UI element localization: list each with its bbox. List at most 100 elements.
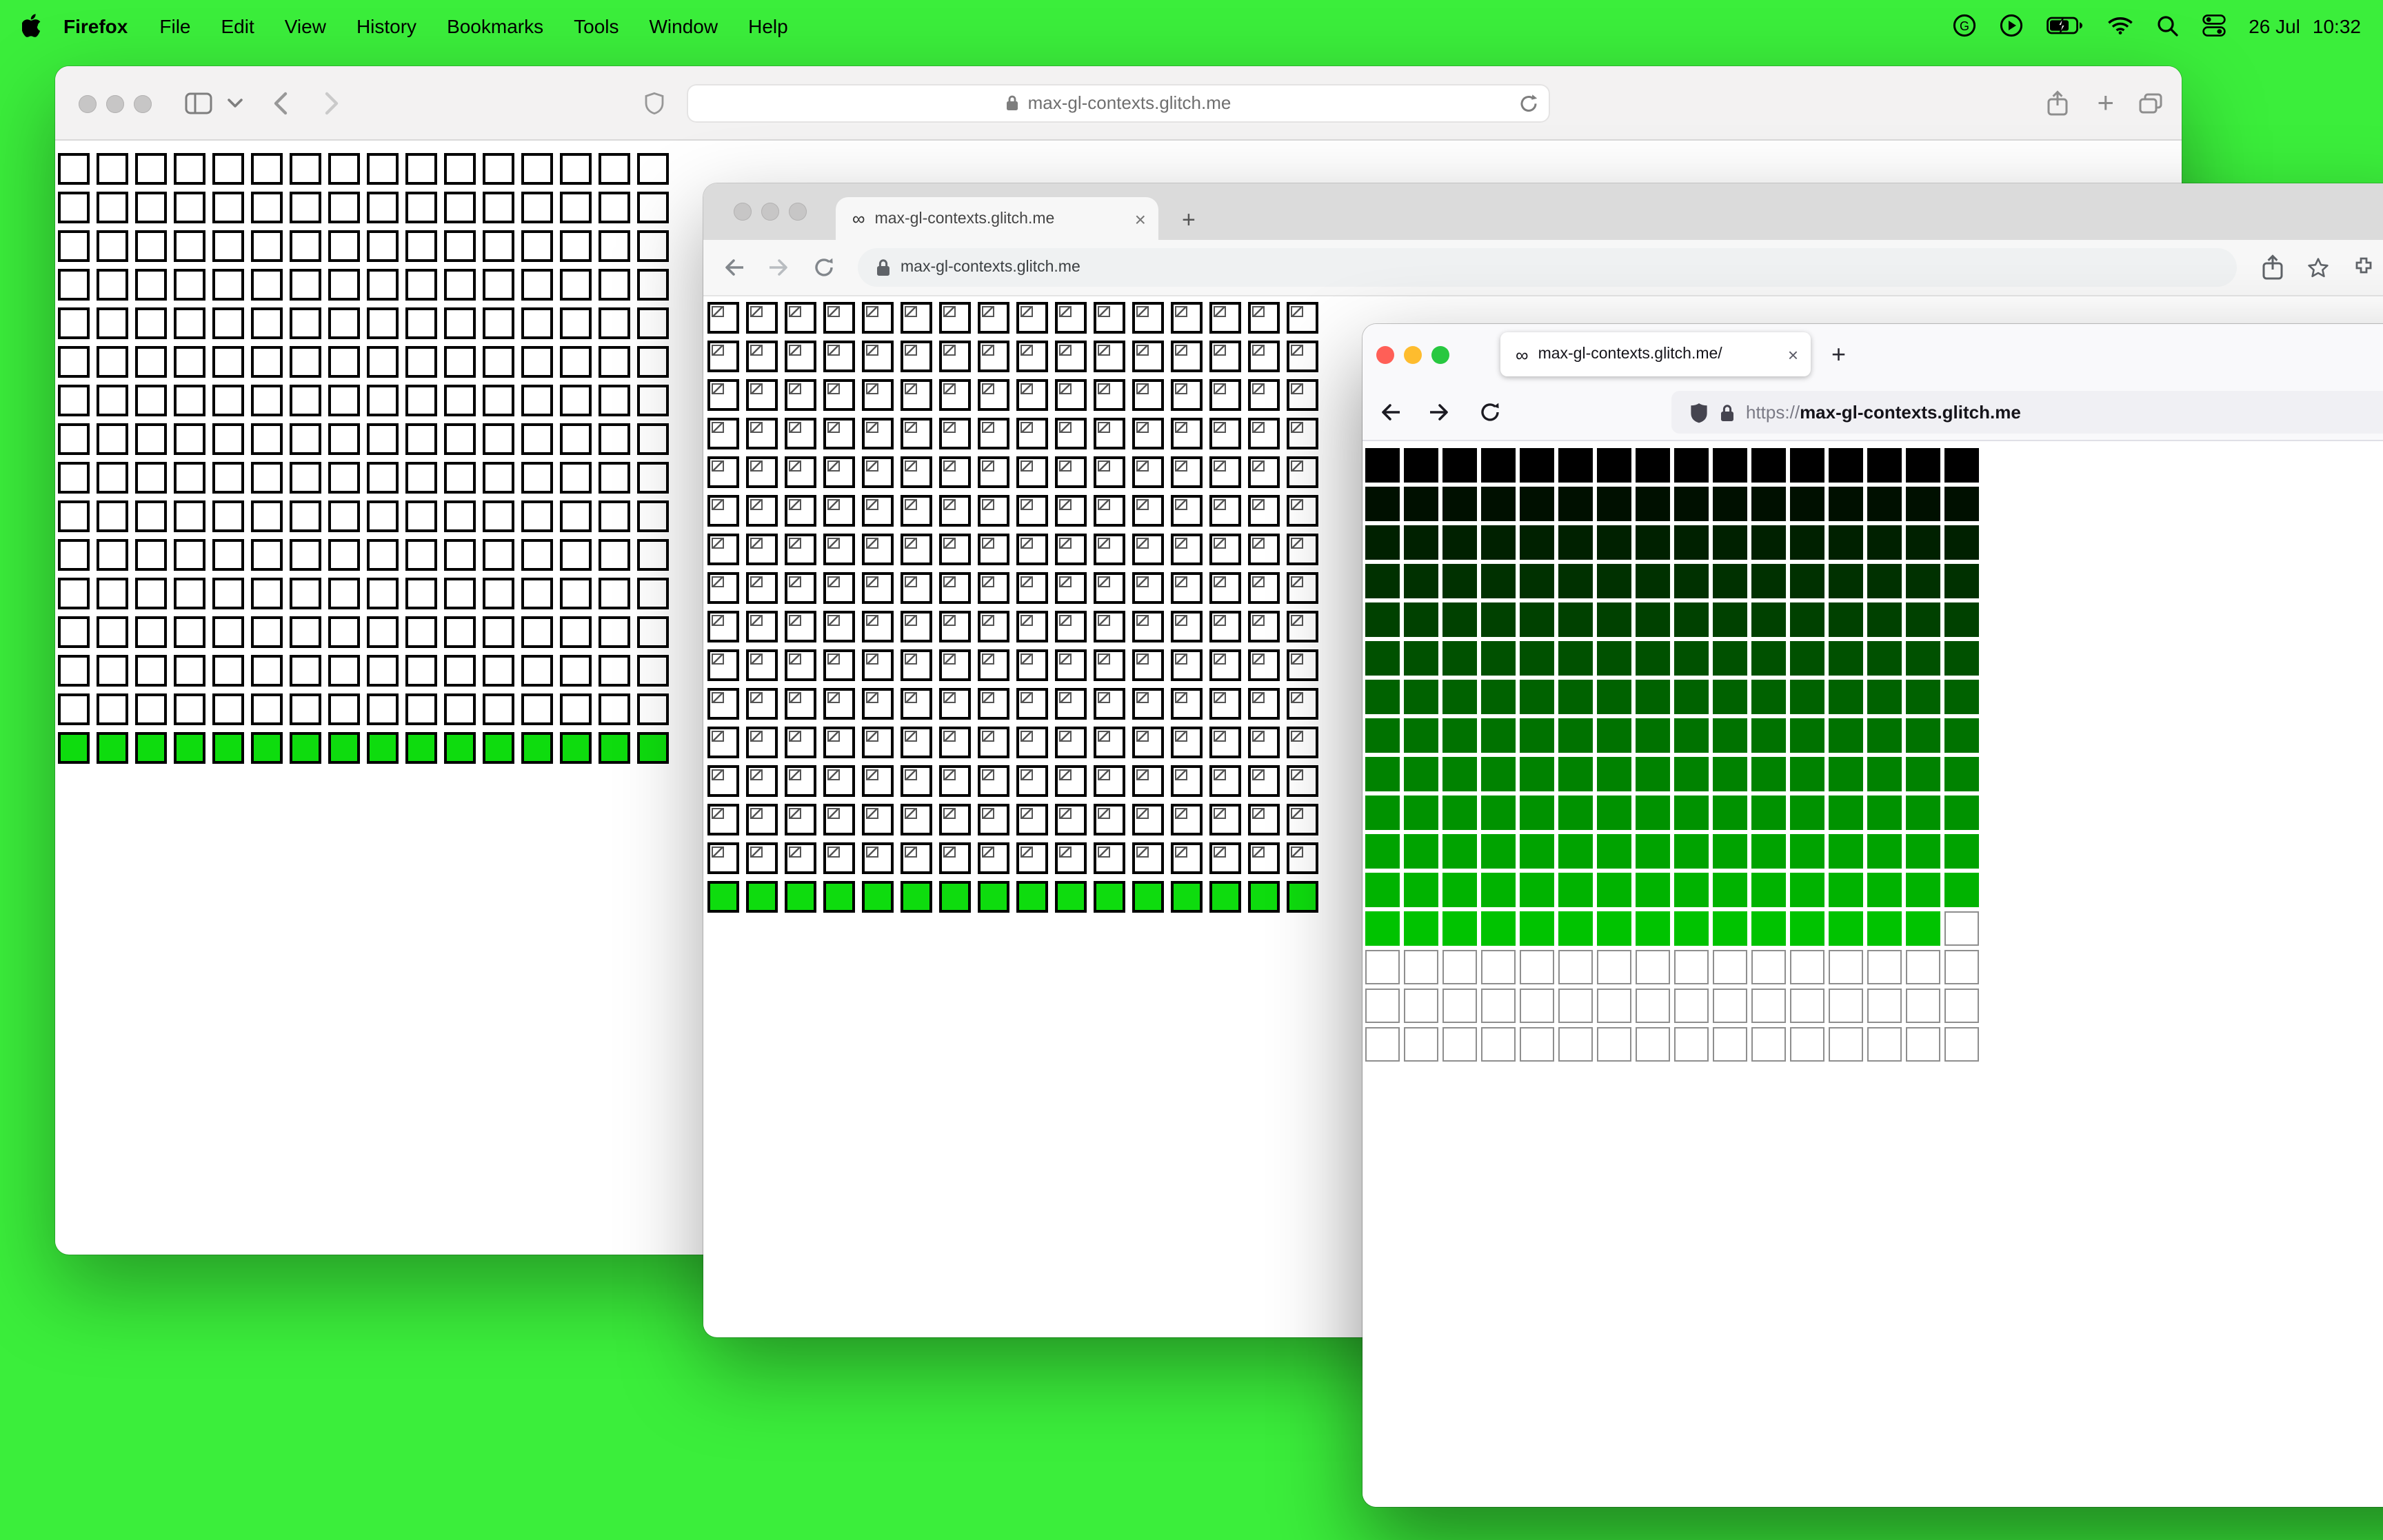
canvas-cell bbox=[367, 500, 399, 532]
canvas-cell bbox=[328, 385, 360, 416]
sidebar-icon[interactable] bbox=[185, 92, 212, 114]
empty-canvas-cell bbox=[1674, 989, 1709, 1023]
minimize-button[interactable] bbox=[761, 203, 778, 221]
tab-close-icon[interactable]: × bbox=[1135, 207, 1146, 230]
new-tab-button[interactable]: + bbox=[2097, 88, 2114, 117]
canvas-cell bbox=[174, 539, 205, 571]
tab-overview-icon[interactable] bbox=[2139, 92, 2162, 113]
broken-image-icon bbox=[1291, 306, 1303, 317]
broken-image-icon bbox=[1020, 808, 1033, 819]
green-canvas-cell bbox=[251, 732, 283, 764]
canvas-cell bbox=[1751, 602, 1786, 637]
back-icon[interactable] bbox=[723, 257, 746, 278]
broken-image-icon bbox=[1136, 615, 1149, 626]
broken-image-icon bbox=[827, 345, 840, 356]
canvas-cell bbox=[785, 456, 816, 488]
green-canvas-cell bbox=[1171, 881, 1203, 913]
menu-history[interactable]: History bbox=[341, 14, 432, 37]
canvas-cell bbox=[328, 192, 360, 223]
back-icon[interactable] bbox=[1379, 402, 1402, 423]
canvas-cell bbox=[1442, 757, 1477, 791]
minimize-button[interactable] bbox=[105, 94, 123, 112]
reload-icon[interactable] bbox=[1520, 93, 1538, 112]
share-icon[interactable] bbox=[2047, 90, 2069, 116]
minimize-button[interactable] bbox=[1403, 345, 1421, 363]
zoom-button[interactable] bbox=[1431, 345, 1449, 363]
bookmark-star-icon[interactable] bbox=[2307, 257, 2329, 278]
broken-image-icon bbox=[827, 383, 840, 394]
address-bar[interactable]: https://max-gl-contexts.glitch.me bbox=[1671, 391, 2383, 434]
address-bar[interactable]: max-gl-contexts.glitch.me bbox=[858, 248, 2237, 287]
canvas-cell bbox=[560, 346, 592, 378]
canvas-cell bbox=[978, 765, 1009, 797]
menu-edit[interactable]: Edit bbox=[206, 14, 270, 37]
canvas-cell bbox=[901, 572, 932, 604]
canvas-cell bbox=[405, 578, 437, 609]
menubar-clock[interactable]: 26 Jul 10:32 bbox=[2249, 14, 2361, 37]
close-button[interactable] bbox=[733, 203, 751, 221]
empty-canvas-cell bbox=[1558, 989, 1593, 1023]
canvas-cell bbox=[1209, 765, 1241, 797]
canvas-cell bbox=[1481, 911, 1516, 946]
canvas-cell bbox=[1944, 757, 1979, 791]
lock-icon[interactable] bbox=[1720, 403, 1735, 422]
forward-icon[interactable] bbox=[767, 257, 790, 278]
menu-bookmarks[interactable]: Bookmarks bbox=[432, 14, 559, 37]
reload-icon[interactable] bbox=[814, 257, 834, 278]
zoom-button[interactable] bbox=[133, 94, 151, 112]
canvas-cell bbox=[1365, 602, 1400, 637]
browser-tab[interactable]: ∞ max-gl-contexts.glitch.me/ × bbox=[1500, 332, 1811, 376]
canvas-cell bbox=[1636, 796, 1670, 830]
canvas-cell bbox=[212, 269, 244, 301]
control-center-icon[interactable] bbox=[2202, 14, 2225, 37]
menu-view[interactable]: View bbox=[270, 14, 341, 37]
address-bar[interactable]: max-gl-contexts.glitch.me bbox=[687, 83, 1550, 122]
menu-window[interactable]: Window bbox=[634, 14, 734, 37]
play-circle-icon[interactable] bbox=[1999, 14, 2022, 37]
chevron-down-icon[interactable] bbox=[228, 98, 243, 108]
green-canvas-cell bbox=[785, 881, 816, 913]
broken-image-icon bbox=[1175, 460, 1187, 472]
menu-app-name[interactable]: Firefox bbox=[47, 14, 144, 37]
wifi-icon[interactable] bbox=[2107, 17, 2133, 34]
canvas-cell bbox=[637, 539, 669, 571]
canvas-cell bbox=[1171, 456, 1203, 488]
tab-close-icon[interactable]: × bbox=[1788, 344, 1798, 365]
new-tab-button[interactable]: + bbox=[1831, 342, 1846, 367]
menu-file[interactable]: File bbox=[144, 14, 205, 37]
canvas-cell bbox=[444, 269, 476, 301]
forward-icon[interactable] bbox=[1427, 402, 1451, 423]
canvas-cell bbox=[1520, 602, 1554, 637]
apple-menu-icon[interactable] bbox=[22, 14, 41, 37]
close-button[interactable] bbox=[1376, 345, 1394, 363]
menu-tools[interactable]: Tools bbox=[559, 14, 634, 37]
new-tab-button[interactable]: + bbox=[1182, 208, 1196, 232]
share-icon[interactable] bbox=[2262, 254, 2284, 281]
canvas-cell bbox=[251, 693, 283, 725]
canvas-cell bbox=[97, 423, 128, 455]
zoom-button[interactable] bbox=[788, 203, 806, 221]
broken-image-icon bbox=[1020, 576, 1033, 587]
menu-help[interactable]: Help bbox=[733, 14, 803, 37]
spotlight-icon[interactable] bbox=[2156, 14, 2178, 37]
back-icon[interactable] bbox=[273, 90, 288, 115]
canvas-cell bbox=[290, 539, 321, 571]
forward-icon[interactable] bbox=[324, 90, 339, 115]
extensions-icon[interactable] bbox=[2353, 256, 2375, 278]
reload-icon[interactable] bbox=[1480, 402, 1500, 423]
broken-image-icon bbox=[905, 383, 917, 394]
broken-image-icon bbox=[712, 808, 724, 819]
canvas-cell bbox=[746, 842, 778, 874]
g-circle-icon[interactable]: G bbox=[1952, 14, 1975, 37]
close-button[interactable] bbox=[78, 94, 96, 112]
canvas-cell bbox=[1055, 495, 1087, 527]
privacy-shield-icon[interactable] bbox=[644, 91, 665, 114]
battery-charging-icon[interactable] bbox=[2046, 17, 2083, 34]
broken-image-icon bbox=[1020, 306, 1033, 317]
browser-tab[interactable]: ∞ max-gl-contexts.glitch.me × bbox=[836, 197, 1158, 240]
chrome-toolbar: max-gl-contexts.glitch.me bbox=[703, 240, 2383, 296]
tracking-shield-icon[interactable] bbox=[1689, 401, 1709, 423]
canvas-cell bbox=[707, 572, 739, 604]
canvas-cell bbox=[599, 462, 630, 494]
empty-canvas-cell bbox=[1481, 950, 1516, 984]
